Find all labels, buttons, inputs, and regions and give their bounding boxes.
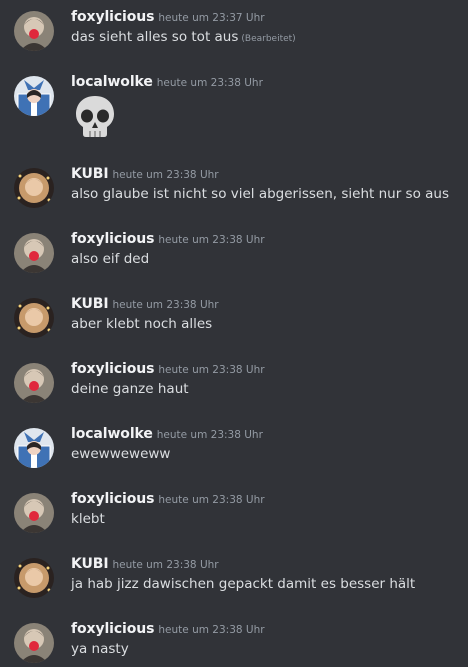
message-header: foxylicious heute um 23:37 Uhr — [71, 6, 265, 28]
message-text: aber klebt noch alles — [71, 316, 213, 332]
username[interactable]: KUBI — [71, 166, 109, 182]
timestamp: heute um 23:38 Uhr — [156, 429, 263, 441]
timestamp: heute um 23:38 Uhr — [158, 494, 265, 506]
skull-emoji-icon — [71, 92, 119, 140]
chat-message: KUBI heute um 23:38 Uhr also glaube ist n… — [0, 163, 468, 223]
edited-label: (Bearbeitet) — [241, 34, 296, 44]
chat-message: foxylicious heute um 23:38 Uhr ya nasty — [0, 618, 468, 667]
message-header: localwolke heute um 23:38 Uhr — [71, 71, 263, 93]
message-body: das sieht alles so tot aus — [71, 29, 239, 45]
timestamp: heute um 23:38 Uhr — [158, 624, 265, 636]
foxy-avatar-icon[interactable] — [14, 623, 54, 663]
foxy-avatar-icon[interactable] — [14, 493, 54, 533]
timestamp: heute um 23:38 Uhr — [112, 559, 219, 571]
message-header: foxylicious heute um 23:38 Uhr — [71, 228, 265, 250]
chat-message: KUBI heute um 23:38 Uhr aber klebt noch a… — [0, 293, 468, 353]
chat-message: foxylicious heute um 23:38 Uhr klebt — [0, 488, 468, 548]
foxy-avatar-icon[interactable] — [14, 233, 54, 273]
message-header: foxylicious heute um 23:38 Uhr — [71, 618, 265, 640]
message-text: deine ganze haut — [71, 381, 189, 397]
chat-message: foxylicious heute um 23:38 Uhr also eif d… — [0, 228, 468, 288]
message-text: ewewweweww — [71, 446, 171, 462]
username[interactable]: KUBI — [71, 296, 109, 312]
chat-message: foxylicious heute um 23:38 Uhr deine ganz… — [0, 358, 468, 418]
message-text: das sieht alles so tot aus (Bearbeitet) — [71, 27, 296, 49]
chat-message: foxylicious heute um 23:37 Uhr das sieht … — [0, 6, 468, 66]
message-text: also glaube ist nicht so viel abgerissen… — [71, 186, 449, 202]
message-text: ja hab jizz dawischen gepackt damit es b… — [71, 576, 416, 592]
message-text: klebt — [71, 511, 105, 527]
foxy-avatar-icon[interactable] — [14, 11, 54, 51]
message-text: also eif ded — [71, 251, 150, 267]
message-header: localwolke heute um 23:38 Uhr — [71, 423, 263, 445]
kubi-avatar-icon[interactable] — [14, 558, 54, 598]
chat-message: KUBI heute um 23:38 Uhr ja hab jizz dawis… — [0, 553, 468, 613]
kubi-avatar-icon[interactable] — [14, 298, 54, 338]
chat-message: localwolke heute um 23:38 Uhr — [0, 71, 468, 146]
foxy-avatar-icon[interactable] — [14, 363, 54, 403]
username[interactable]: KUBI — [71, 556, 109, 572]
username[interactable]: foxylicious — [71, 621, 154, 637]
localwolke-avatar-icon[interactable] — [14, 428, 54, 468]
localwolke-avatar-icon[interactable] — [14, 76, 54, 116]
chat-message-list: foxylicious heute um 23:37 Uhr das sieht … — [0, 0, 468, 667]
username[interactable]: localwolke — [71, 74, 153, 90]
message-header: KUBI heute um 23:38 Uhr — [71, 163, 219, 185]
kubi-avatar-icon[interactable] — [14, 168, 54, 208]
username[interactable]: localwolke — [71, 426, 153, 442]
username[interactable]: foxylicious — [71, 491, 154, 507]
message-header: KUBI heute um 23:38 Uhr — [71, 553, 219, 575]
username[interactable]: foxylicious — [71, 361, 154, 377]
message-header: KUBI heute um 23:38 Uhr — [71, 293, 219, 315]
timestamp: heute um 23:38 Uhr — [112, 299, 219, 311]
username[interactable]: foxylicious — [71, 9, 154, 25]
message-header: foxylicious heute um 23:38 Uhr — [71, 488, 265, 510]
username[interactable]: foxylicious — [71, 231, 154, 247]
timestamp: heute um 23:37 Uhr — [158, 12, 265, 24]
timestamp: heute um 23:38 Uhr — [156, 77, 263, 89]
message-text: ya nasty — [71, 641, 129, 657]
chat-message: localwolke heute um 23:38 Uhr ewewweweww — [0, 423, 468, 483]
timestamp: heute um 23:38 Uhr — [158, 234, 265, 246]
message-header: foxylicious heute um 23:38 Uhr — [71, 358, 265, 380]
timestamp: heute um 23:38 Uhr — [158, 364, 265, 376]
timestamp: heute um 23:38 Uhr — [112, 169, 219, 181]
